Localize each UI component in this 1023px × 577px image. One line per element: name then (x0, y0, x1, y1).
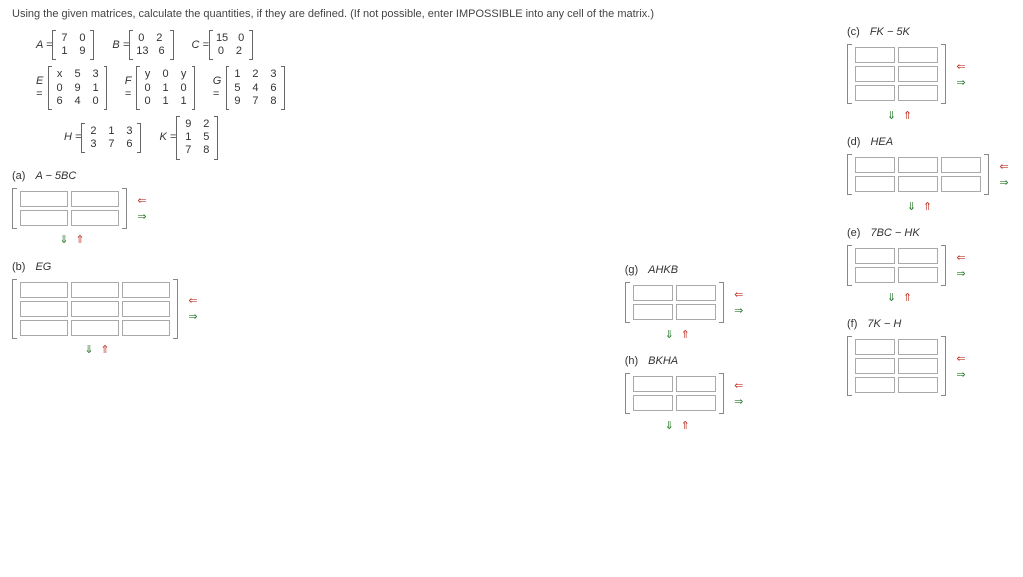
cell-input[interactable] (20, 191, 68, 207)
cell-input[interactable] (122, 320, 170, 336)
cell-input[interactable] (633, 304, 673, 320)
cell-input[interactable] (898, 66, 938, 82)
cell-input[interactable] (676, 395, 716, 411)
cell-input[interactable] (71, 191, 119, 207)
answer-g: ⇐⇒ (625, 282, 827, 323)
remove-row-icon[interactable]: ⇑ (901, 108, 915, 122)
cell-input[interactable] (71, 282, 119, 298)
cell-input[interactable] (122, 282, 170, 298)
cell-input[interactable] (71, 320, 119, 336)
add-row-icon[interactable]: ⇓ (662, 418, 676, 432)
remove-row-icon[interactable]: ⇑ (73, 233, 87, 247)
matrix-K: K = 921578 (159, 116, 218, 160)
cell-input[interactable] (855, 248, 895, 264)
add-col-icon[interactable]: ⇒ (954, 367, 968, 381)
part-b-label: (b)EG (12, 261, 285, 273)
remove-row-icon[interactable]: ⇑ (678, 327, 692, 341)
matrix-E: E = x53091640 (36, 66, 107, 110)
remove-row-icon[interactable]: ⇑ (901, 290, 915, 304)
cell-input[interactable] (898, 248, 938, 264)
add-col-icon[interactable]: ⇒ (732, 304, 746, 318)
remove-col-icon[interactable]: ⇐ (954, 59, 968, 73)
cell-input[interactable] (855, 267, 895, 283)
part-d-label: (d)HEA (847, 136, 1011, 148)
cell-input[interactable] (898, 377, 938, 393)
remove-col-icon[interactable]: ⇐ (732, 379, 746, 393)
answer-f: ⇐⇒ (847, 336, 1011, 396)
cell-input[interactable] (20, 301, 68, 317)
cell-input[interactable] (898, 267, 938, 283)
answer-a: ⇐⇒ (12, 188, 285, 229)
add-col-icon[interactable]: ⇒ (954, 75, 968, 89)
remove-row-icon[interactable]: ⇑ (98, 343, 112, 357)
add-row-icon[interactable]: ⇓ (82, 343, 96, 357)
add-col-icon[interactable]: ⇒ (997, 176, 1011, 190)
answer-e: ⇐⇒ (847, 245, 1011, 286)
add-col-icon[interactable]: ⇒ (732, 395, 746, 409)
matrix-G: G = 123546978 (213, 66, 285, 110)
cell-input[interactable] (855, 358, 895, 374)
remove-col-icon[interactable]: ⇐ (732, 288, 746, 302)
matrix-F: F = y0y010011 (125, 66, 195, 110)
cell-input[interactable] (898, 176, 938, 192)
remove-row-icon[interactable]: ⇑ (921, 199, 935, 213)
cell-input[interactable] (71, 210, 119, 226)
add-row-icon[interactable]: ⇓ (885, 290, 899, 304)
cell-input[interactable] (122, 301, 170, 317)
matrix-C: C = 15002 (192, 30, 254, 60)
cell-input[interactable] (855, 47, 895, 63)
instruction-text: Using the given matrices, calculate the … (12, 8, 1011, 20)
cell-input[interactable] (898, 358, 938, 374)
cell-input[interactable] (855, 176, 895, 192)
cell-input[interactable] (633, 285, 673, 301)
add-col-icon[interactable]: ⇒ (186, 310, 200, 324)
remove-row-icon[interactable]: ⇑ (678, 418, 692, 432)
part-g-label: (g)AHKB (625, 264, 827, 276)
cell-input[interactable] (898, 157, 938, 173)
cell-input[interactable] (20, 282, 68, 298)
cell-input[interactable] (941, 157, 981, 173)
cell-input[interactable] (71, 301, 119, 317)
matrix-A: A = 7019 (36, 30, 94, 60)
part-h-label: (h)BKHA (625, 355, 827, 367)
add-row-icon[interactable]: ⇓ (885, 108, 899, 122)
cell-input[interactable] (898, 47, 938, 63)
part-c-label: (c)FK − 5K (847, 26, 1011, 38)
cell-input[interactable] (676, 304, 716, 320)
remove-col-icon[interactable]: ⇐ (135, 193, 149, 207)
remove-col-icon[interactable]: ⇐ (954, 351, 968, 365)
answer-c: ⇐⇒ (847, 44, 1011, 104)
part-e-label: (e)7BC − HK (847, 227, 1011, 239)
add-row-icon[interactable]: ⇓ (662, 327, 676, 341)
answer-d: ⇐⇒ (847, 154, 1011, 195)
cell-input[interactable] (855, 339, 895, 355)
cell-input[interactable] (20, 320, 68, 336)
cell-input[interactable] (898, 339, 938, 355)
add-col-icon[interactable]: ⇒ (954, 267, 968, 281)
matrix-B: B = 02136 (112, 30, 173, 60)
matrix-definitions: A = 7019 B = 02136 C = 15002 E = x530916… (36, 30, 285, 160)
matrix-H: H = 213376 (64, 123, 141, 153)
cell-input[interactable] (633, 376, 673, 392)
cell-input[interactable] (676, 285, 716, 301)
cell-input[interactable] (633, 395, 673, 411)
remove-col-icon[interactable]: ⇐ (997, 160, 1011, 174)
answer-h: ⇐⇒ (625, 373, 827, 414)
cell-input[interactable] (898, 85, 938, 101)
cell-input[interactable] (676, 376, 716, 392)
add-row-icon[interactable]: ⇓ (57, 233, 71, 247)
answer-b: ⇐⇒ (12, 279, 285, 339)
cell-input[interactable] (855, 377, 895, 393)
cell-input[interactable] (855, 85, 895, 101)
cell-input[interactable] (855, 66, 895, 82)
remove-col-icon[interactable]: ⇐ (954, 251, 968, 265)
add-row-icon[interactable]: ⇓ (905, 199, 919, 213)
part-f-label: (f)7K − H (847, 318, 1011, 330)
add-col-icon[interactable]: ⇒ (135, 209, 149, 223)
remove-col-icon[interactable]: ⇐ (186, 294, 200, 308)
cell-input[interactable] (855, 157, 895, 173)
cell-input[interactable] (20, 210, 68, 226)
part-a-label: (a)A − 5BC (12, 170, 285, 182)
cell-input[interactable] (941, 176, 981, 192)
